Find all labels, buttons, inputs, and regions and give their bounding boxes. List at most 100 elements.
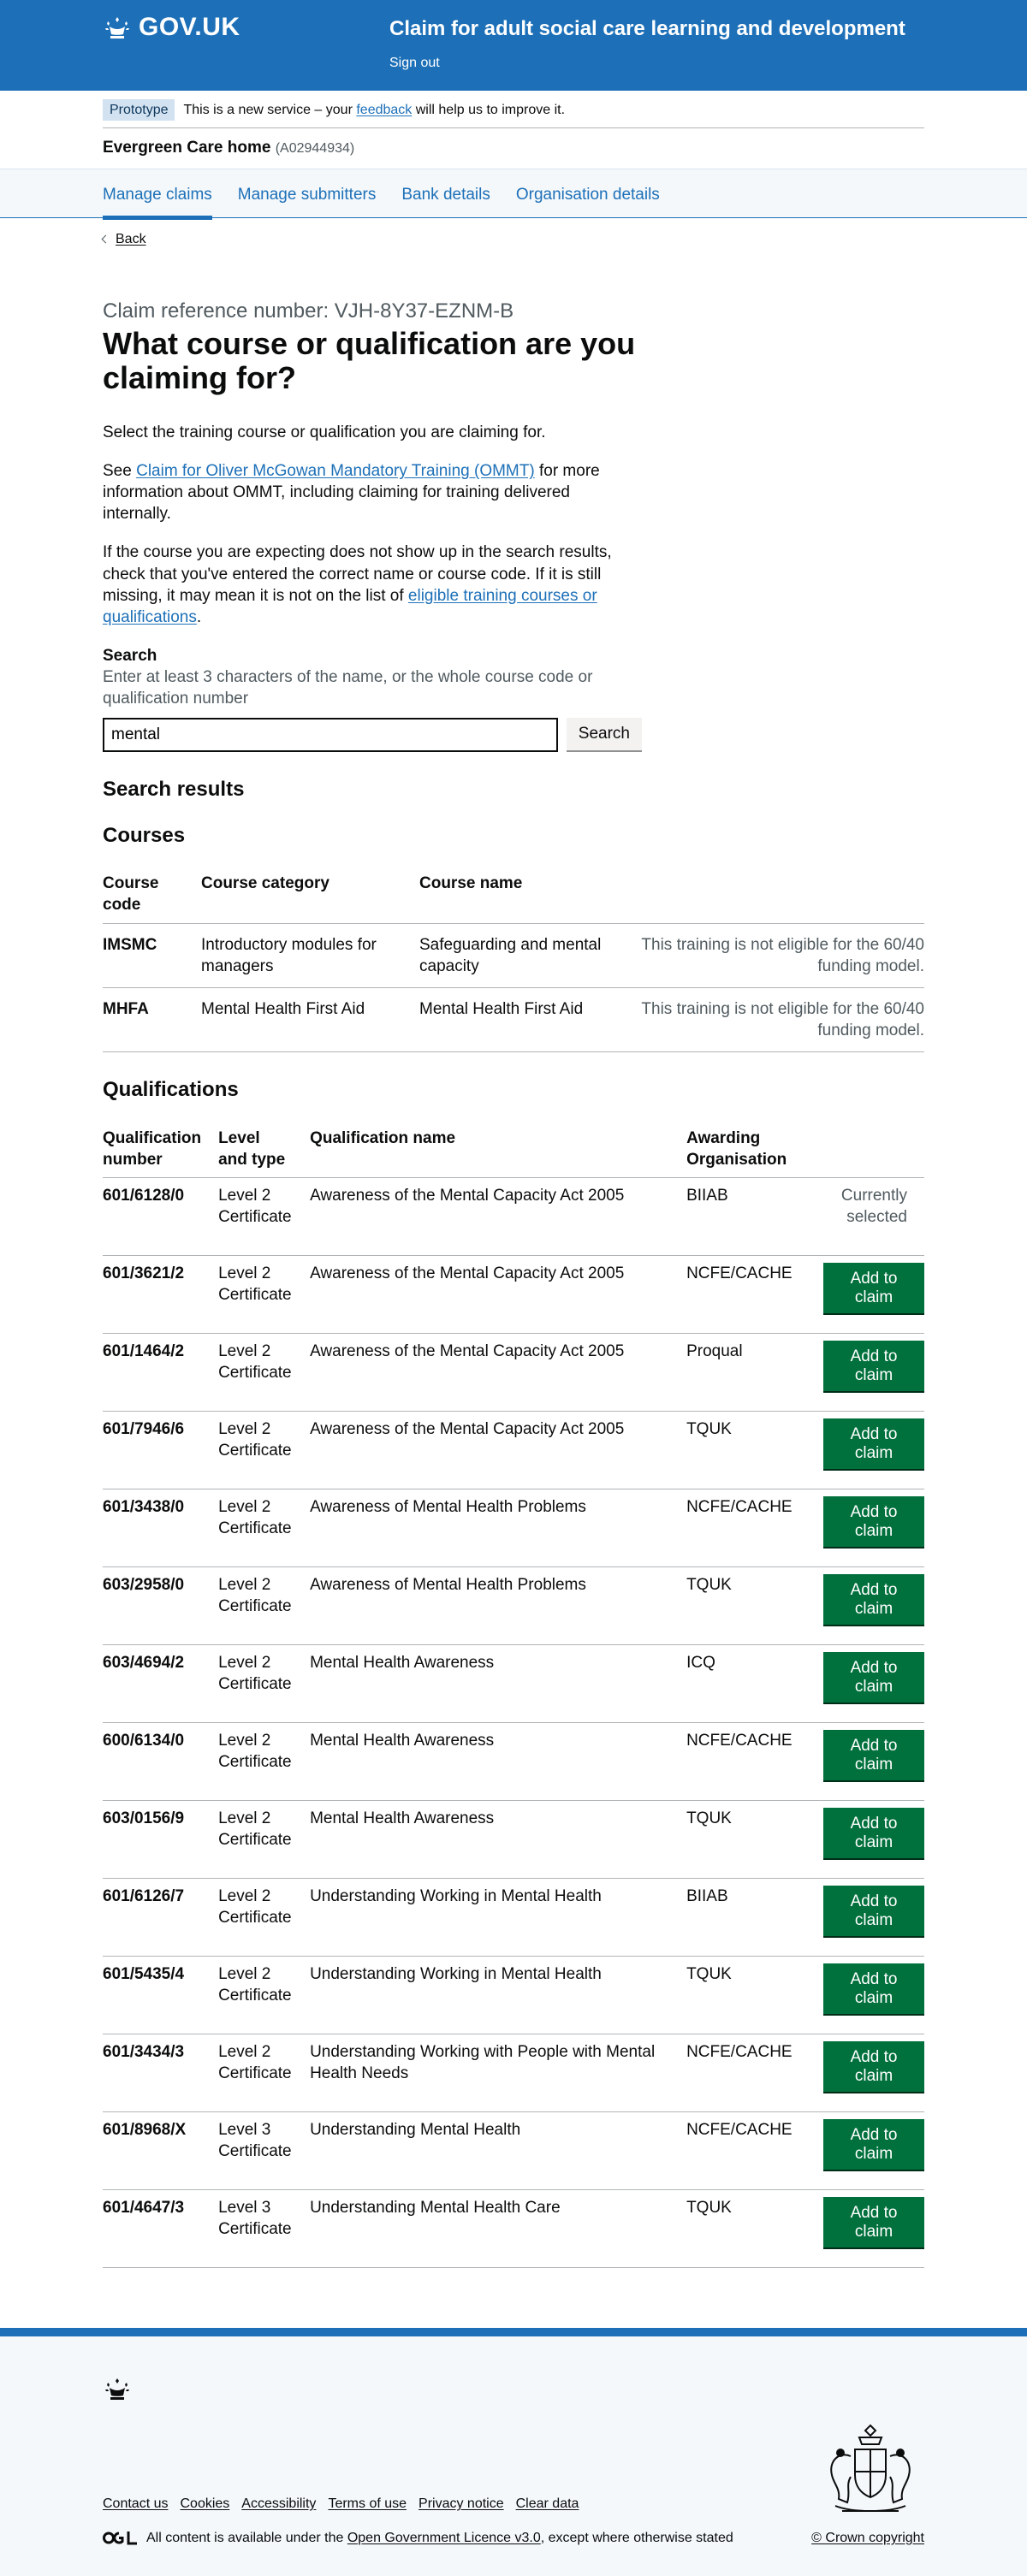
column-header: Qualification name <box>310 1120 687 1178</box>
level-and-type: Level 3 Certificate <box>218 2111 311 2190</box>
qualification-number: 603/2958/0 <box>103 1566 219 1645</box>
qualification-name: Understanding Working in Mental Health <box>310 1878 687 1957</box>
crown-icon <box>105 2378 129 2400</box>
course-category: Introductory modules for managers <box>201 923 419 988</box>
search-button[interactable]: Search <box>566 718 642 751</box>
column-header: Awarding Organisation <box>686 1120 824 1178</box>
qualification-number: 601/3438/0 <box>103 1489 219 1567</box>
action-cell: Add to claim <box>823 1489 924 1567</box>
awarding-organisation: NCFE/CACHE <box>686 2034 824 2112</box>
qualification-number: 601/5435/4 <box>103 1956 219 2034</box>
table-row: 603/0156/9 Level 2 Certificate Mental Heal… <box>103 1800 924 1879</box>
action-cell: Add to claim <box>823 1255 924 1334</box>
search-input[interactable] <box>103 718 558 753</box>
awarding-organisation: NCFE/CACHE <box>686 1489 824 1567</box>
govuk-logo-link[interactable]: GOV.UK <box>103 10 240 44</box>
site-footer: Contact us Cookies Accessibility Terms o… <box>0 2327 1027 2576</box>
nav-link-manage-claims[interactable]: Manage claims <box>103 184 212 205</box>
add-to-claim-button[interactable]: Add to claim <box>823 1963 924 2014</box>
table-row: 601/1464/2 Level 2 Certificate Awareness o… <box>103 1333 924 1412</box>
phase-banner: Prototype This is a new service – your f… <box>103 91 924 129</box>
qualifications-heading: Qualifications <box>103 1077 239 1101</box>
table-row: 601/6126/7 Level 2 Certificate Understandi… <box>103 1878 924 1957</box>
ogl-link[interactable]: Open Government Licence v3.0 <box>347 2529 541 2547</box>
qualification-name: Understanding Working with People with M… <box>310 2034 687 2112</box>
awarding-organisation: BIIAB <box>686 1878 824 1957</box>
course-code: IMSMC <box>103 923 201 988</box>
level-and-type: Level 2 Certificate <box>218 1411 311 1489</box>
level-and-type: Level 2 Certificate <box>218 1800 311 1879</box>
table-header-row: Qualification number Level and type Qual… <box>103 1120 924 1178</box>
qualification-number: 601/6126/7 <box>103 1878 219 1957</box>
action-cell: Add to claim <box>823 1333 924 1412</box>
level-and-type: Level 2 Certificate <box>218 1255 311 1334</box>
footer-link-accessibility[interactable]: Accessibility <box>241 2495 316 2513</box>
qualification-name: Awareness of the Mental Capacity Act 200… <box>310 1255 687 1334</box>
table-row: 601/7946/6 Level 2 Certificate Awareness o… <box>103 1411 924 1489</box>
site-header: GOV.UK Claim for adult social care learn… <box>0 0 1027 91</box>
table-row: 601/3438/0 Level 2 Certificate Awareness o… <box>103 1489 924 1567</box>
qualification-number: 603/0156/9 <box>103 1800 219 1879</box>
qualification-name: Understanding Mental Health <box>310 2111 687 2190</box>
awarding-organisation: NCFE/CACHE <box>686 2111 824 2190</box>
table-row: 601/5435/4 Level 2 Certificate Understandi… <box>103 1956 924 2034</box>
table-row: 603/4694/2 Level 2 Certificate Mental Heal… <box>103 1644 924 1723</box>
feedback-link[interactable]: feedback <box>356 103 412 117</box>
courses-table: Course code Course category Course name … <box>103 866 924 1052</box>
qualification-name: Understanding Working in Mental Health <box>310 1956 687 2034</box>
footer-link-cookies[interactable]: Cookies <box>180 2495 229 2513</box>
table-row: 601/4647/3 Level 3 Certificate Understandi… <box>103 2189 924 2268</box>
add-to-claim-button[interactable]: Add to claim <box>823 1262 924 1313</box>
qualification-number: 601/6128/0 <box>103 1177 219 1256</box>
nav-link-manage-submitters[interactable]: Manage submitters <box>238 184 377 205</box>
column-header: Level and type <box>218 1120 311 1178</box>
search-hint: Enter at least 3 characters of the name,… <box>103 667 593 708</box>
add-to-claim-button[interactable]: Add to claim <box>823 1340 924 1391</box>
course-name: Safeguarding and mental capacity <box>419 923 638 988</box>
add-to-claim-button[interactable]: Add to claim <box>823 1729 924 1780</box>
action-cell: Add to claim <box>823 2111 924 2190</box>
table-row: MHFA Mental Health First Aid Mental Health… <box>103 987 924 1052</box>
main-content: Claim reference number: VJH-8Y37-EZNM-B … <box>103 298 642 753</box>
action-cell: Add to claim <box>823 1411 924 1489</box>
nav-link-organisation-details[interactable]: Organisation details <box>516 184 660 205</box>
add-to-claim-button[interactable]: Add to claim <box>823 1495 924 1547</box>
action-cell: Add to claim <box>823 1644 924 1723</box>
footer-link-privacy-notice[interactable]: Privacy notice <box>419 2495 504 2513</box>
add-to-claim-button[interactable]: Add to claim <box>823 1651 924 1703</box>
level-and-type: Level 2 Certificate <box>218 1956 311 2034</box>
action-cell: Add to claim <box>823 1722 924 1801</box>
qualification-name: Mental Health Awareness <box>310 1800 687 1879</box>
back-link[interactable]: Back <box>101 230 146 248</box>
qualification-number: 601/3434/3 <box>103 2034 219 2112</box>
add-to-claim-button[interactable]: Add to claim <box>823 1573 924 1625</box>
crown-copyright-link[interactable]: © Crown copyright <box>811 2529 924 2547</box>
sub-navigation: Manage claims Manage submitters Bank det… <box>0 169 1027 221</box>
course-category: Mental Health First Aid <box>201 987 419 1052</box>
royal-coat-of-arms-icon <box>830 2424 911 2512</box>
sign-out-link[interactable]: Sign out <box>389 54 440 72</box>
awarding-organisation: Proqual <box>686 1333 824 1412</box>
add-to-claim-button[interactable]: Add to claim <box>823 2118 924 2170</box>
organisation-heading: Evergreen Care home (A02944934) <box>103 128 924 165</box>
column-header: Course category <box>201 866 419 924</box>
ommt-link[interactable]: Claim for Oliver McGowan Mandatory Train… <box>136 462 535 480</box>
ogl-logo-icon <box>103 2531 137 2545</box>
crown-icon <box>105 16 129 38</box>
footer-link-contact-us[interactable]: Contact us <box>103 2495 168 2513</box>
nav-link-bank-details[interactable]: Bank details <box>401 184 490 205</box>
table-row: IMSMC Introductory modules for managers Sa… <box>103 923 924 988</box>
add-to-claim-button[interactable]: Add to claim <box>823 1418 924 1469</box>
service-name-link[interactable]: Claim for adult social care learning and… <box>389 15 905 43</box>
table-row: 603/2958/0 Level 2 Certificate Awareness o… <box>103 1566 924 1645</box>
add-to-claim-button[interactable]: Add to claim <box>823 1885 924 1936</box>
qualification-number: 601/4647/3 <box>103 2189 219 2268</box>
level-and-type: Level 2 Certificate <box>218 1722 311 1801</box>
add-to-claim-button[interactable]: Add to claim <box>823 2040 924 2092</box>
search-form: Search <box>103 718 642 753</box>
add-to-claim-button[interactable]: Add to claim <box>823 2196 924 2247</box>
footer-link-terms-of-use[interactable]: Terms of use <box>328 2495 407 2513</box>
footer-link-clear-data[interactable]: Clear data <box>516 2495 579 2513</box>
add-to-claim-button[interactable]: Add to claim <box>823 1807 924 1858</box>
claim-reference-caption: Claim reference number: VJH-8Y37-EZNM-B <box>103 299 514 323</box>
